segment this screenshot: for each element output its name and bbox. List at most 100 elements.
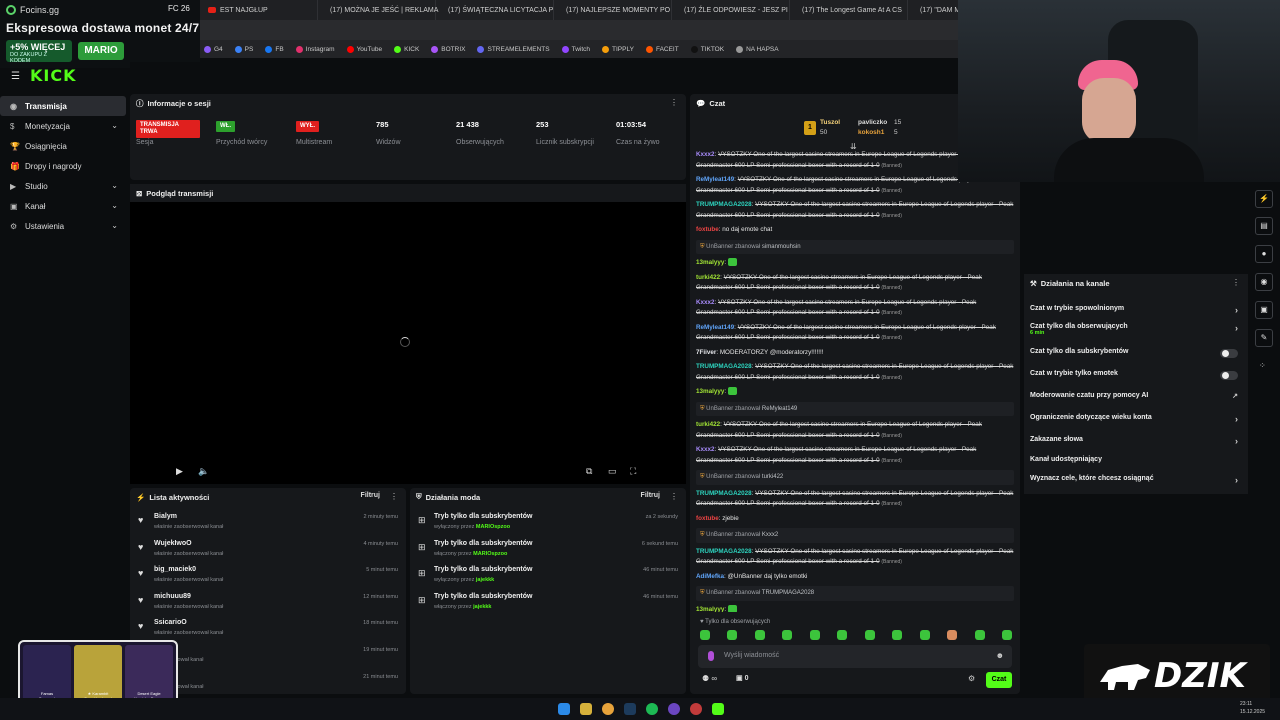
channel-action-8[interactable]: Wyznacz cele, które chcesz osiągnąć › [1030,475,1242,485]
emote-icon[interactable] [892,630,903,640]
play-icon[interactable]: ▶ [176,466,183,477]
menu-icon[interactable]: ☰ [11,71,20,82]
mod-user[interactable]: MARIOspzoo [473,551,507,557]
kebab-icon[interactable]: ⋮ [670,492,678,501]
chevron-right-icon[interactable]: › [1235,305,1238,315]
activity-user[interactable]: michuuu89 [154,593,191,600]
bookmark[interactable]: BOTRIX [431,45,465,53]
bookmark[interactable]: G4 [204,45,223,53]
chevron-right-icon[interactable]: › [1235,323,1238,333]
chevron-right-icon[interactable]: › [1235,436,1238,446]
toggle-switch[interactable] [1220,371,1238,380]
kebab-icon[interactable]: ⋮ [390,492,398,501]
browser-tab[interactable]: (17) MOŻNA JE JEŚĆ | REKLAMA [318,0,438,20]
activity-user[interactable]: big_maciek0 [154,566,196,573]
channel-action-4[interactable]: Moderowanie czatu przy pomocy AI ↗ [1030,392,1242,400]
chevron-down-icon[interactable]: ⌄ [111,121,118,130]
emote-icon[interactable] [837,630,848,640]
chat-username[interactable]: foxtube [696,226,719,233]
chevron-right-icon[interactable]: › [1235,414,1238,424]
chat-input[interactable]: Wyślij wiadomość ☻ [698,645,1012,668]
chat-send-button[interactable]: Czat [986,672,1012,688]
pip-icon[interactable]: ⧉ [586,466,592,477]
bookmark[interactable]: KICK [394,45,419,53]
external-link-icon[interactable]: ↗ [1232,392,1238,400]
kick-logo[interactable]: KICK [30,66,77,85]
emote-icon[interactable] [864,630,875,640]
emote-icon[interactable] [727,630,738,640]
bookmark[interactable]: PS [234,45,253,53]
chat-username[interactable]: ReMyleat149 [696,324,734,331]
sidebar-item-2[interactable]: 🏆 Osiągnięcia [0,136,126,156]
channel-action-1[interactable]: Czat tylko dla obserwujących 6 min › [1030,323,1242,336]
chat-tools-icon[interactable]: ⚉ ∞ [702,674,717,683]
chrome-icon[interactable] [602,703,614,715]
mod-user[interactable]: jajekkk [473,604,491,610]
bookmark[interactable]: Twitch [561,45,590,53]
sidebar-item-1[interactable]: $ Monetyzacja ⌄ [0,116,126,136]
emote-icon[interactable] [754,630,765,640]
sidebar-item-6[interactable]: ⚙ Ustawienia ⌄ [0,216,126,236]
emoji-icon[interactable]: ☻ [996,651,1004,660]
windows-start-icon[interactable] [558,703,570,715]
emote-icon[interactable] [919,630,930,640]
sidebar-item-3[interactable]: 🎁 Dropy i nagrody [0,156,126,176]
bookmark[interactable]: YouTube [346,45,382,53]
channel-action-7[interactable]: Kanał udostępniający [1030,456,1242,463]
rail-tool-icon[interactable]: ✎ [1255,329,1273,347]
mod-user[interactable]: MARIOspzoo [476,524,510,530]
browser-tab[interactable]: (17) NAJLEPSZE MOMENTY PO [554,0,672,20]
chat-username[interactable]: 13malyyy [696,388,724,395]
activity-user[interactable]: WujekIwoO [154,540,192,547]
rail-bolt-icon[interactable]: ⚡ [1255,190,1273,208]
chat-username[interactable]: TRUMPMAGA2028 [696,201,752,208]
sidebar-item-0[interactable]: ◉ Transmisja [0,96,126,116]
bookmark[interactable]: TIKTOK [690,45,724,53]
rail-note-icon[interactable]: ▤ [1255,217,1273,235]
chat-username[interactable]: TRUMPMAGA2028 [696,490,752,497]
kebab-icon[interactable]: ⋮ [1232,278,1240,287]
channel-action-3[interactable]: Czat w trybie tylko emotek [1030,370,1242,380]
chat-username[interactable]: turki422 [696,274,720,281]
browser-tab[interactable]: (17) ŚWIĄTECZNA LICYTACJA P [436,0,554,20]
bookmark[interactable]: Instagram [295,45,335,53]
emote-icon[interactable] [947,630,958,640]
emote-icon[interactable] [700,630,710,640]
chat-username[interactable]: foxtube [696,515,719,522]
channel-action-5[interactable]: Ograniczenie dotyczące wieku konta › [1030,414,1242,424]
mod-user[interactable]: jajekkk [476,577,494,583]
toggle-switch[interactable] [1220,349,1238,358]
sidebar-item-4[interactable]: ▶ Studio ⌄ [0,176,126,196]
activity-filter-button[interactable]: Filtruj [361,492,380,499]
chevron-down-icon[interactable]: ⌄ [111,201,118,210]
chat-username[interactable]: TRUMPMAGA2028 [696,363,752,370]
spotify-icon[interactable] [646,703,658,715]
channel-action-2[interactable]: Czat tylko dla subskrybentów [1030,348,1242,358]
channel-action-6[interactable]: Zakazane słowa › [1030,436,1242,446]
chat-username[interactable]: 13malyyy [696,606,724,613]
bookmark[interactable]: NA HAPSA [736,45,779,53]
rail-mod-icon[interactable]: ▣ [1255,301,1273,319]
chat-username[interactable]: 7Fiiver [696,349,716,356]
chat-username[interactable]: Kxxx2 [696,151,715,158]
chevron-down-icon[interactable]: ⌄ [111,181,118,190]
activity-user[interactable]: SsicarioO [154,619,187,626]
fullscreen-icon[interactable]: ⛶ [630,466,636,477]
theater-icon[interactable]: ▭ [608,466,617,477]
discord-icon[interactable] [668,703,680,715]
mod-filter-button[interactable]: Filtruj [641,492,660,499]
bookmark[interactable]: FB [265,45,284,53]
rail-chat-icon[interactable]: ● [1255,245,1273,263]
chat-username[interactable]: Kxxx2 [696,446,715,453]
emote-icon[interactable] [974,630,985,640]
sidebar-item-5[interactable]: ▣ Kanał ⌄ [0,196,126,216]
chevron-right-icon[interactable]: › [1235,475,1238,485]
chevron-down-icon[interactable]: ⌄ [111,221,118,230]
kick-app-icon[interactable] [712,703,724,715]
emote-icon[interactable] [782,630,793,640]
chat-username[interactable]: 13malyyy [696,259,724,266]
app-icon[interactable] [690,703,702,715]
chat-username[interactable]: AdiMefka [696,573,724,580]
emote-icon[interactable] [809,630,820,640]
kebab-icon[interactable]: ⋮ [670,98,678,107]
